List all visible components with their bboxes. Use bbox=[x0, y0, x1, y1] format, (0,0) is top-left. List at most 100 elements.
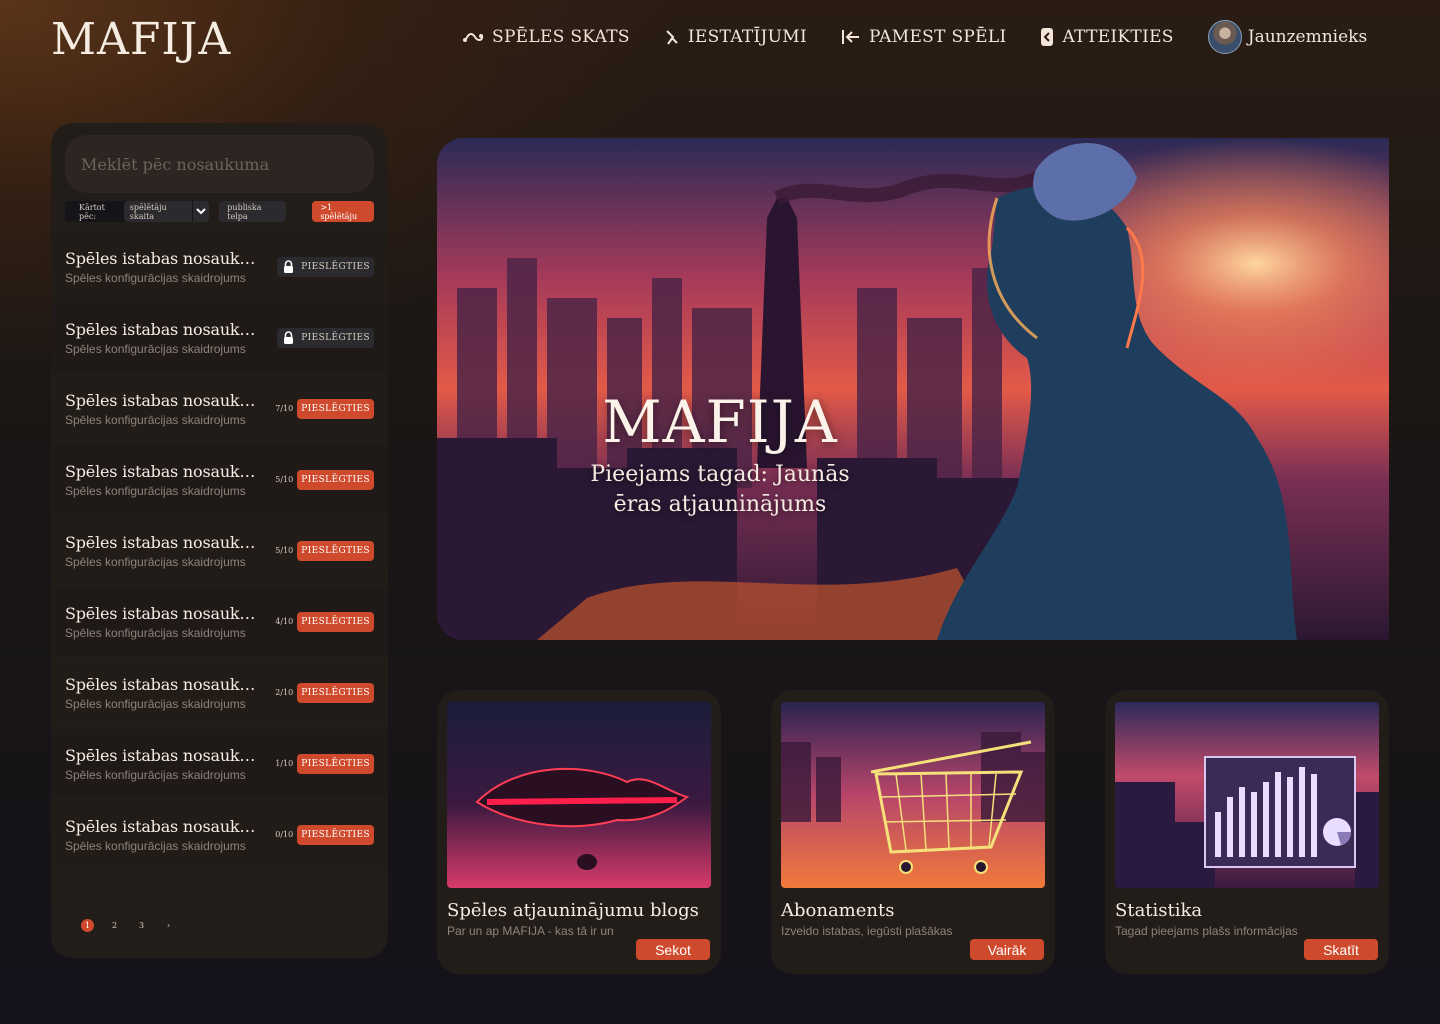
card-statistics[interactable]: Statistika Tagad pieejams plašs informāc… bbox=[1105, 690, 1389, 974]
next-page-button[interactable]: › bbox=[162, 919, 175, 932]
room-text: Spēles istabas nosaukums II Spēles konfi… bbox=[65, 320, 265, 356]
room-actions: PIESLĒGTIES bbox=[277, 256, 374, 277]
card-blog[interactable]: Spēles atjauninājumu blogs Par un ap MAF… bbox=[437, 690, 721, 974]
nav-settings-label: IESTATĪJUMI bbox=[687, 27, 807, 47]
nav-leave-game[interactable]: PAMEST SPĒLI bbox=[841, 27, 1006, 47]
page-3[interactable]: 3 bbox=[135, 919, 148, 932]
avatar[interactable] bbox=[1207, 20, 1242, 54]
room-description: Spēles konfigurācijas skaidrojums bbox=[65, 696, 246, 711]
room-actions: 5/10 PIESLĒGTIES bbox=[275, 469, 374, 490]
leave-game-icon bbox=[841, 29, 861, 45]
filter-player-count[interactable]: >1 spēlētāju bbox=[312, 201, 374, 222]
nav-logout-label: ATTEIKTIES bbox=[1062, 27, 1174, 47]
room-actions: 5/10 PIESLĒGTIES bbox=[275, 540, 374, 561]
player-count: 1/10 bbox=[275, 759, 294, 768]
page-1[interactable]: 1 bbox=[81, 919, 94, 932]
room-row[interactable]: Spēles istabas nosaukums II Spēles konfi… bbox=[51, 303, 388, 372]
follow-button[interactable]: Sekot bbox=[636, 939, 710, 960]
pagination: 1 2 3 › bbox=[81, 919, 175, 932]
room-row[interactable]: Spēles istabas nosaukums VII Spēles konf… bbox=[51, 658, 388, 727]
join-label: PIESLĒGTIES bbox=[301, 261, 370, 272]
room-actions: 0/10 PIESLĒGTIES bbox=[275, 824, 374, 845]
user-profile[interactable]: Jaunzemnieks bbox=[1207, 20, 1368, 54]
join-button[interactable]: PIESLĒGTIES bbox=[297, 753, 374, 774]
card-subscription[interactable]: Abonaments Izveido istabas, iegūsti plaš… bbox=[771, 690, 1055, 974]
room-list-panel: Kārtot pēc: spēlētāju skaita publiska te… bbox=[51, 123, 388, 958]
join-button[interactable]: PIESLĒGTIES bbox=[297, 398, 374, 419]
room-name: Spēles istabas nosaukums III bbox=[65, 390, 265, 410]
room-text: Spēles istabas nosaukums III Spēles konf… bbox=[65, 391, 265, 427]
lock-icon bbox=[284, 259, 294, 273]
join-button[interactable]: PIESLĒGTIES bbox=[277, 327, 374, 348]
card-subscription-desc: Izveido istabas, iegūsti plašākas bbox=[781, 924, 953, 938]
room-row[interactable]: Spēles istabas nosaukums V Spēles konfig… bbox=[51, 516, 388, 585]
room-actions: 4/10 PIESLĒGTIES bbox=[275, 611, 374, 632]
lock-icon bbox=[284, 330, 294, 344]
room-description: Spēles konfigurācijas skaidrojums bbox=[65, 412, 246, 427]
card-statistics-desc: Tagad pieejams plašs informācijas bbox=[1115, 924, 1298, 938]
room-text: Spēles istabas nosaukums IX Spēles konfi… bbox=[65, 817, 265, 853]
hero-subtitle: Pieejams tagad: Jaunās ēras atjauninājum… bbox=[590, 462, 850, 517]
room-description: Spēles konfigurācijas skaidrojums bbox=[65, 341, 246, 356]
room-text: Spēles istabas nosaukums VII Spēles konf… bbox=[65, 675, 265, 711]
user-name: Jaunzemnieks bbox=[1247, 27, 1368, 47]
room-text: Spēles istabas nosaukums IV Spēles konfi… bbox=[65, 462, 265, 498]
join-button[interactable]: PIESLĒGTIES bbox=[297, 682, 374, 703]
room-name: Spēles istabas nosaukums IX bbox=[65, 816, 265, 836]
room-name: Spēles istabas nosaukums IV bbox=[65, 461, 265, 481]
room-row[interactable]: Spēles istabas nosaukums VIII Spēles kon… bbox=[51, 729, 388, 798]
room-row[interactable]: Spēles istabas nosaukums I Spēles konfig… bbox=[51, 232, 388, 301]
join-button[interactable]: PIESLĒGTIES bbox=[297, 540, 374, 561]
hero-title: MAFIJA bbox=[602, 388, 838, 456]
room-actions: 1/10 PIESLĒGTIES bbox=[275, 753, 374, 774]
site-logo[interactable]: MAFIJA bbox=[51, 14, 231, 65]
card-statistics-image bbox=[1115, 702, 1379, 888]
settings-icon bbox=[664, 29, 680, 45]
room-text: Spēles istabas nosaukums VI Spēles konfi… bbox=[65, 604, 265, 640]
join-button[interactable]: PIESLĒGTIES bbox=[297, 824, 374, 845]
room-name: Spēles istabas nosaukums VIII bbox=[65, 745, 265, 765]
nav-leave-game-label: PAMEST SPĒLI bbox=[869, 27, 1007, 47]
room-text: Spēles istabas nosaukums V Spēles konfig… bbox=[65, 533, 265, 569]
more-button[interactable]: Vairāk bbox=[970, 939, 1044, 960]
page-2[interactable]: 2 bbox=[108, 919, 121, 932]
logout-icon bbox=[1040, 27, 1054, 47]
view-button[interactable]: Skatīt bbox=[1304, 939, 1378, 960]
join-button[interactable]: PIESLĒGTIES bbox=[297, 611, 374, 632]
room-name: Spēles istabas nosaukums V bbox=[65, 532, 265, 552]
nav-game-view-label: SPĒLES SKATS bbox=[492, 27, 630, 47]
room-row[interactable]: Spēles istabas nosaukums IX Spēles konfi… bbox=[51, 800, 388, 869]
room-actions: PIESLĒGTIES bbox=[277, 327, 374, 348]
room-description: Spēles konfigurācijas skaidrojums bbox=[65, 270, 246, 285]
room-list: Spēles istabas nosaukums I Spēles konfig… bbox=[51, 232, 388, 869]
player-count: 0/10 bbox=[275, 830, 294, 839]
room-description: Spēles konfigurācijas skaidrojums bbox=[65, 838, 246, 853]
room-row[interactable]: Spēles istabas nosaukums III Spēles konf… bbox=[51, 374, 388, 443]
sort-label: Kārtot pēc: bbox=[79, 202, 105, 221]
player-count: 4/10 bbox=[275, 617, 294, 626]
join-label: PIESLĒGTIES bbox=[301, 332, 370, 343]
hero-banner[interactable]: MAFIJA Pieejams tagad: Jaunās ēras atjau… bbox=[437, 138, 1389, 640]
search-input[interactable] bbox=[65, 135, 374, 193]
filters: Kārtot pēc: spēlētāju skaita publiska te… bbox=[51, 193, 388, 222]
nav-game-view[interactable]: SPĒLES SKATS bbox=[462, 27, 630, 47]
room-actions: 2/10 PIESLĒGTIES bbox=[275, 682, 374, 703]
player-count: 5/10 bbox=[275, 546, 294, 555]
room-description: Spēles konfigurācijas skaidrojums bbox=[65, 483, 246, 498]
room-row[interactable]: Spēles istabas nosaukums IV Spēles konfi… bbox=[51, 445, 388, 514]
card-statistics-title: Statistika bbox=[1115, 900, 1203, 921]
sort-value: spēlētāju skaita bbox=[123, 201, 192, 222]
room-row[interactable]: Spēles istabas nosaukums VI Spēles konfi… bbox=[51, 587, 388, 656]
join-button[interactable]: PIESLĒGTIES bbox=[297, 469, 374, 490]
chevron-down-icon bbox=[191, 201, 210, 222]
filter-public-room[interactable]: publiska telpa bbox=[219, 201, 287, 222]
sort-select[interactable]: Kārtot pēc: spēlētāju skaita bbox=[65, 201, 210, 222]
nav-logout[interactable]: ATTEIKTIES bbox=[1040, 27, 1173, 47]
room-text: Spēles istabas nosaukums VIII Spēles kon… bbox=[65, 746, 265, 782]
room-text: Spēles istabas nosaukums I Spēles konfig… bbox=[65, 249, 265, 285]
card-subscription-image bbox=[781, 702, 1045, 888]
player-count: 5/10 bbox=[275, 475, 294, 484]
nav-settings[interactable]: IESTATĪJUMI bbox=[664, 27, 807, 47]
join-button[interactable]: PIESLĒGTIES bbox=[277, 256, 374, 277]
card-blog-image bbox=[447, 702, 711, 888]
